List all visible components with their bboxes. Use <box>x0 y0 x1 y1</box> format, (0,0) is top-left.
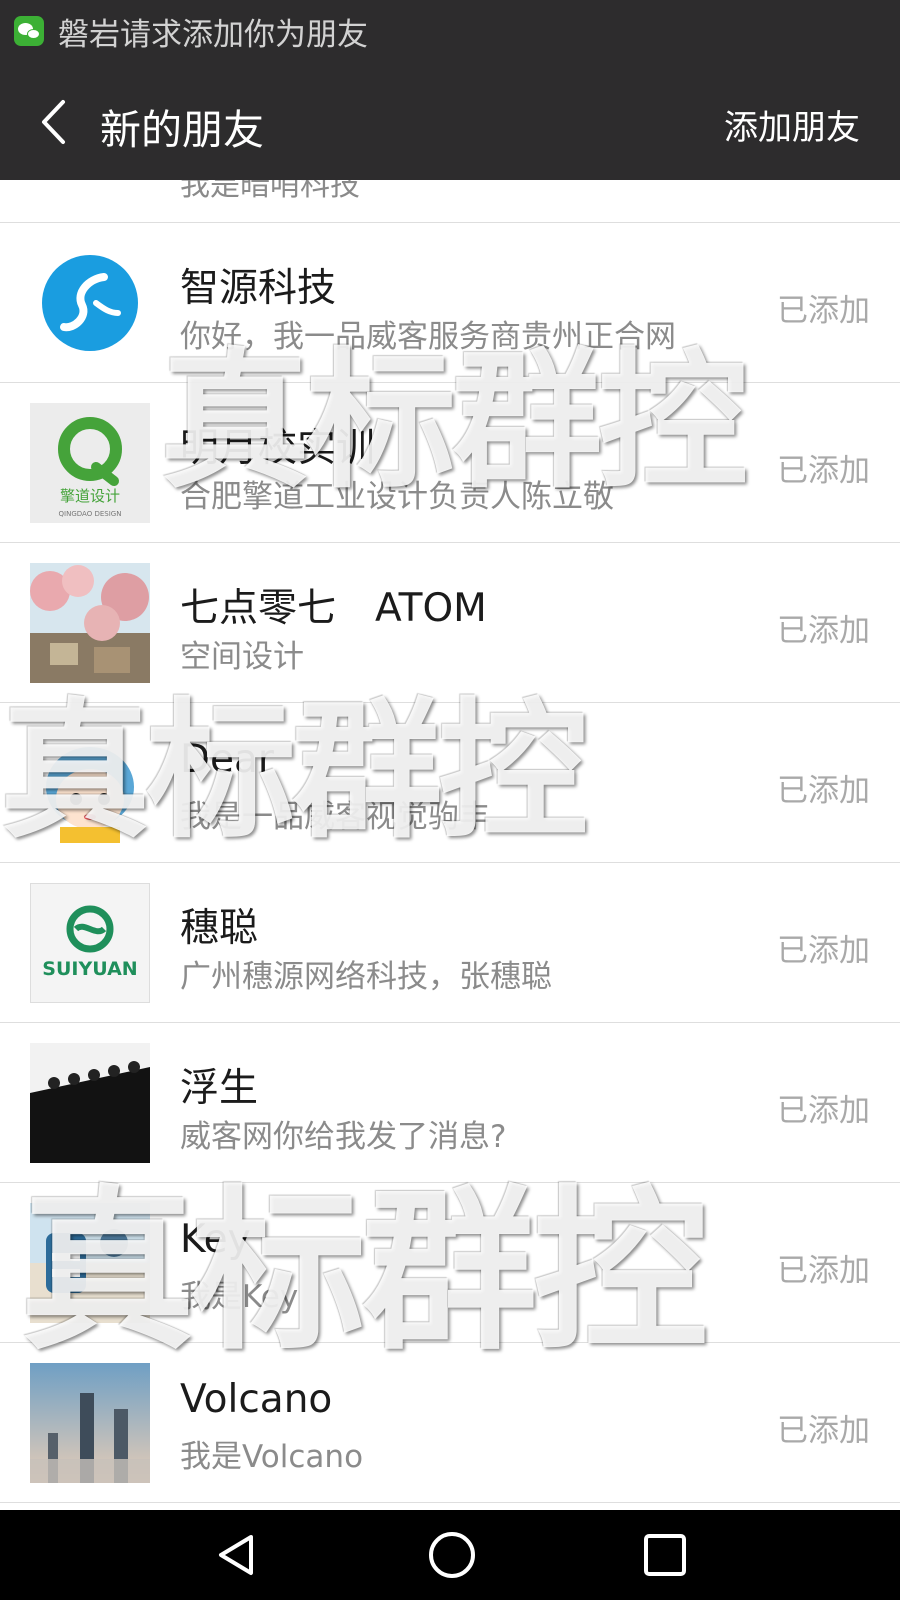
avatar <box>30 563 150 683</box>
avatar <box>30 1203 150 1323</box>
zhiyuan-logo-icon <box>30 243 150 363</box>
avatar <box>30 1043 150 1163</box>
new-friends-list: 我是暗哨科技 智源科技 你好，我一品威客服务商贵州正合网 已添加 擎道设计 QI… <box>0 180 900 1510</box>
nav-back-icon[interactable] <box>213 1531 261 1579</box>
friend-name: Dear <box>180 737 274 782</box>
suiyuan-logo: SUIYUAN <box>30 883 150 1003</box>
avatar: SUIYUAN <box>30 883 150 1003</box>
added-status: 已添加 <box>777 453 870 489</box>
avatar <box>30 723 150 843</box>
friend-name: Volcano <box>180 1377 333 1422</box>
skyline-photo-avatar <box>30 1363 150 1483</box>
friend-message: 你好，我一品威客服务商贵州正合网 <box>180 319 676 355</box>
back-button[interactable] <box>28 92 80 152</box>
list-item[interactable]: 浮生 威客网你给我发了消息? 已添加 <box>0 1023 900 1183</box>
added-status: 已添加 <box>777 613 870 649</box>
svg-text:擎道设计: 擎道设计 <box>60 487 120 505</box>
added-status: 已添加 <box>777 1413 870 1449</box>
list-item[interactable]: Volcano 我是Volcano 已添加 <box>0 1343 900 1503</box>
friend-name: 智源科技 <box>180 266 337 311</box>
friend-name: 穗聪 <box>180 906 259 951</box>
back-arrow-icon <box>42 100 65 144</box>
added-status: 已添加 <box>777 1253 870 1289</box>
cartoon-avatar <box>30 723 150 843</box>
svg-text:QINGDAO DESIGN: QINGDAO DESIGN <box>59 510 122 518</box>
friend-message: 威客网你给我发了消息? <box>180 1119 507 1155</box>
beach-photo-avatar <box>30 1203 150 1323</box>
friend-message: 我是Key <box>180 1279 299 1315</box>
avatar <box>30 243 150 363</box>
friend-name: 浮生 <box>180 1066 259 1111</box>
list-item[interactable]: 智源科技 你好，我一品威客服务商贵州正合网 已添加 <box>0 223 900 383</box>
title-bar: 新的朋友 添加朋友 <box>0 62 900 180</box>
list-item-partial[interactable]: 我是暗哨科技 <box>0 180 900 223</box>
friend-message: 我是一品威客视觉驹丰 <box>180 799 490 835</box>
friend-message: 空间设计 <box>180 639 304 675</box>
friend-message: 我是Volcano <box>180 1439 364 1475</box>
added-status: 已添加 <box>777 293 870 329</box>
system-nav-bar <box>0 1510 900 1600</box>
page-title: 新的朋友 <box>100 106 264 154</box>
list-item[interactable]: SUIYUAN 穗聪 广州穗源网络科技，张穗聪 已添加 <box>0 863 900 1023</box>
notification-text: 磐岩请求添加你为朋友 <box>58 16 368 53</box>
wechat-icon <box>14 16 44 46</box>
list-item[interactable]: 七点零七 ATOM 空间设计 已添加 <box>0 543 900 703</box>
friend-name: Key <box>180 1217 251 1262</box>
list-item[interactable]: 擎道设计 QINGDAO DESIGN 明月校实训 合肥擎道工业设计负责人陈立敬… <box>0 383 900 543</box>
status-bar: 磐岩请求添加你为朋友 <box>0 0 900 62</box>
friend-message: 合肥擎道工业设计负责人陈立敬 <box>180 479 614 515</box>
friend-message: 广州穗源网络科技，张穗聪 <box>180 959 552 995</box>
added-status: 已添加 <box>777 773 870 809</box>
list-item[interactable]: Dear 我是一品威客视觉驹丰 已添加 <box>0 703 900 863</box>
blossom-photo-avatar <box>30 563 150 683</box>
list-item-subtitle: 我是暗哨科技 <box>180 180 360 203</box>
added-status: 已添加 <box>777 933 870 969</box>
add-friend-button[interactable]: 添加朋友 <box>724 100 860 149</box>
qingdao-design-logo: 擎道设计 QINGDAO DESIGN <box>30 403 150 523</box>
silhouette-photo-avatar <box>30 1043 150 1163</box>
friend-name: 明月校实训 <box>180 426 376 471</box>
added-status: 已添加 <box>777 1093 870 1129</box>
nav-recents-icon[interactable] <box>643 1533 687 1577</box>
friend-name: 七点零七 ATOM <box>180 586 487 631</box>
list-item[interactable]: Key 我是Key 已添加 <box>0 1183 900 1343</box>
nav-home-icon[interactable] <box>427 1530 477 1580</box>
avatar <box>30 1363 150 1483</box>
svg-text:SUIYUAN: SUIYUAN <box>42 958 137 980</box>
avatar: 擎道设计 QINGDAO DESIGN <box>30 403 150 523</box>
